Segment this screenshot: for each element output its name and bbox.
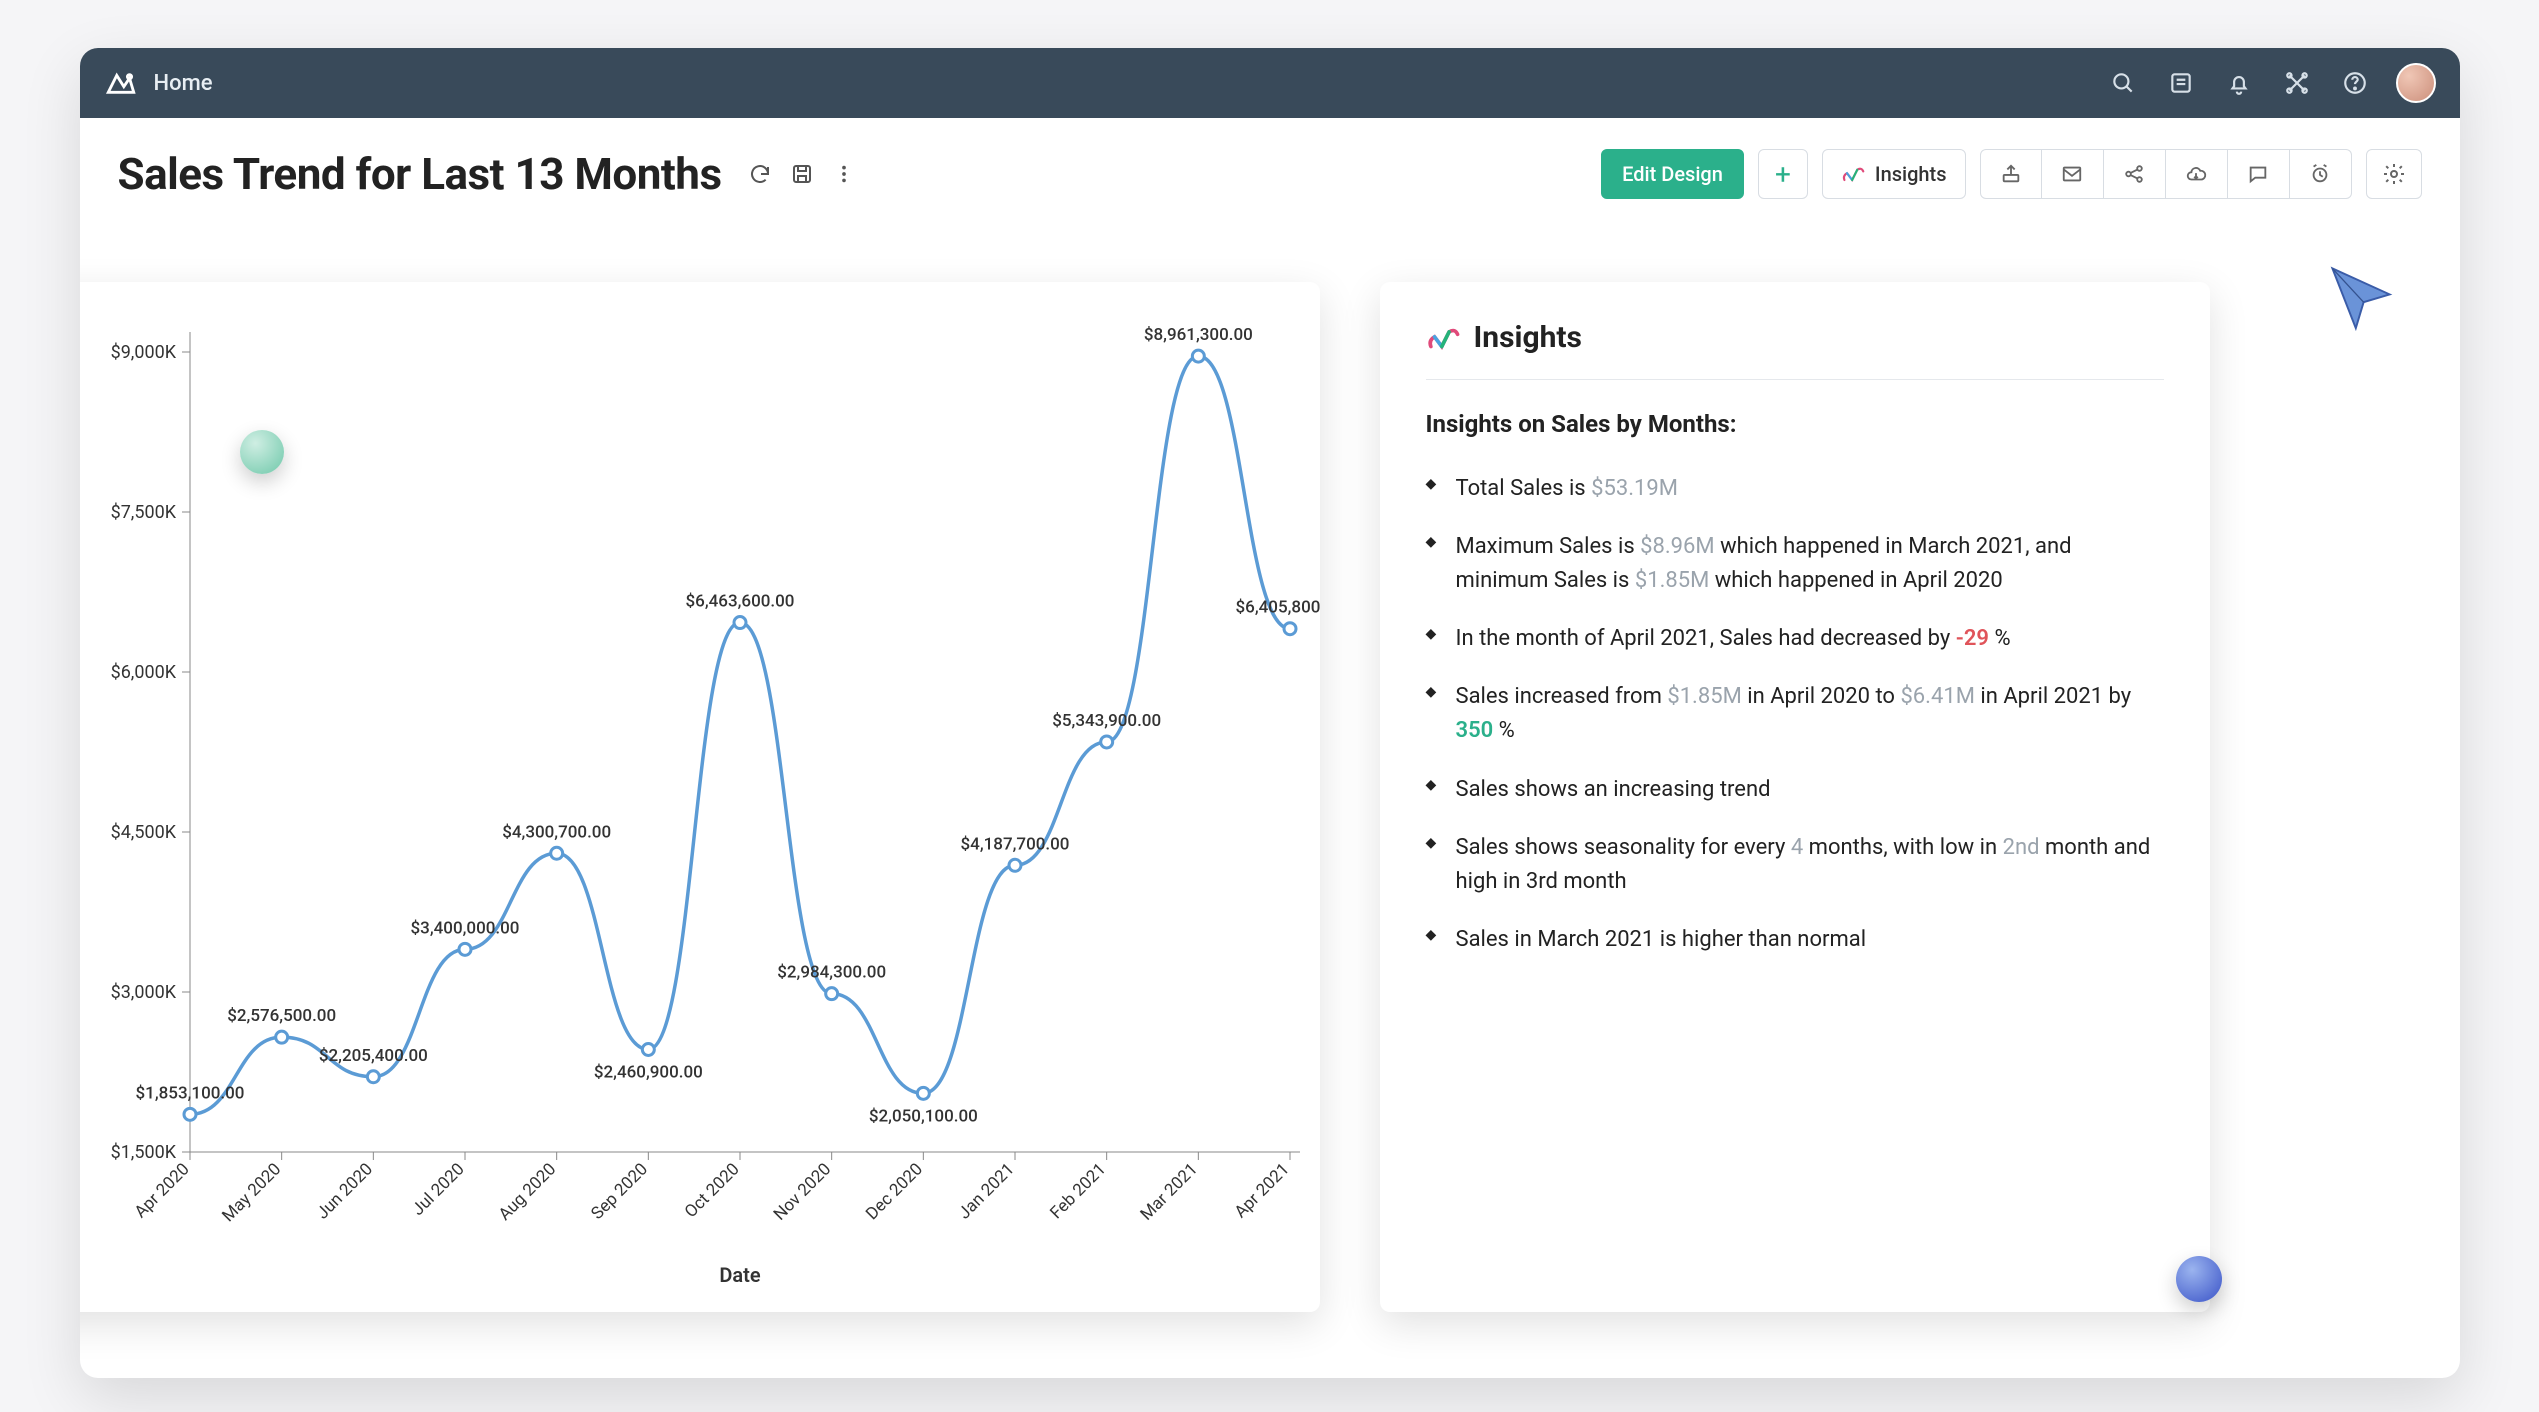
nav-home[interactable]: Home [154, 71, 213, 96]
svg-text:$8,961,300.00: $8,961,300.00 [1143, 325, 1252, 345]
svg-text:Apr 2021: Apr 2021 [1230, 1159, 1293, 1222]
svg-text:Jun 2020: Jun 2020 [312, 1159, 376, 1223]
svg-text:Sep 2020: Sep 2020 [587, 1159, 651, 1223]
page-title: Sales Trend for Last 13 Months [118, 148, 722, 200]
refresh-icon[interactable] [746, 160, 774, 188]
svg-text:$2,984,300.00: $2,984,300.00 [777, 963, 886, 983]
svg-text:$1,853,100.00: $1,853,100.00 [135, 1083, 244, 1103]
svg-text:$2,205,400.00: $2,205,400.00 [318, 1046, 427, 1066]
tools-icon[interactable] [2280, 66, 2314, 100]
search-icon[interactable] [2106, 66, 2140, 100]
insights-panel: Insights Insights on Sales by Months: To… [1380, 282, 2210, 1312]
insight-item: Total Sales is $53.19M [1426, 460, 2164, 518]
cloud-icon[interactable] [2166, 149, 2228, 199]
svg-text:$7,500K: $7,500K [110, 502, 176, 523]
insights-subtitle: Insights on Sales by Months: [1426, 410, 2164, 438]
cursor-3d-icon [2322, 258, 2400, 340]
svg-text:Date: Date [719, 1263, 760, 1287]
export-icon[interactable] [1980, 149, 2042, 199]
insight-item: Sales shows seasonality for every 4 mont… [1426, 819, 2164, 911]
insights-list: Total Sales is $53.19M Maximum Sales is … [1426, 460, 2164, 969]
content-body: $1,500K $3,000K $4,500K $6,000K $7,500K $9,00… [80, 222, 2460, 1350]
svg-text:$4,187,700.00: $4,187,700.00 [960, 834, 1069, 854]
action-button-group [1980, 149, 2352, 199]
insights-heading: Insights [1474, 320, 1582, 355]
insights-button-label: Insights [1875, 162, 1947, 186]
share-icon[interactable] [2104, 149, 2166, 199]
insight-item: In the month of April 2021, Sales had de… [1426, 610, 2164, 668]
avatar[interactable] [2396, 63, 2436, 103]
svg-text:$6,405,800.00: $6,405,800.00 [1235, 598, 1319, 618]
svg-text:$9,000K: $9,000K [110, 342, 176, 363]
insight-item: Maximum Sales is $8.96M which happened i… [1426, 518, 2164, 610]
svg-text:$2,460,900.00: $2,460,900.00 [593, 1063, 702, 1083]
svg-text:Nov 2020: Nov 2020 [769, 1159, 834, 1224]
help-icon[interactable] [2338, 66, 2372, 100]
svg-text:$6,463,600.00: $6,463,600.00 [685, 592, 794, 612]
svg-text:$3,000K: $3,000K [110, 982, 176, 1003]
save-icon[interactable] [788, 160, 816, 188]
decoration-sphere-blue [2176, 1256, 2222, 1302]
svg-text:$3,400,000.00: $3,400,000.00 [410, 918, 519, 938]
title-toolbar [746, 160, 858, 188]
insight-item: Sales increased from $1.85M in April 202… [1426, 668, 2164, 760]
svg-text:Mar 2021: Mar 2021 [1136, 1159, 1201, 1224]
top-bar: Home [80, 48, 2460, 118]
insights-header: Insights [1426, 320, 2164, 380]
svg-text:Sales: Sales [80, 727, 85, 776]
svg-text:Oct 2020: Oct 2020 [680, 1159, 743, 1222]
decoration-sphere-green [240, 430, 284, 474]
topbar-actions [2106, 63, 2436, 103]
svg-text:May 2020: May 2020 [218, 1159, 285, 1226]
svg-text:Jan 2021: Jan 2021 [954, 1159, 1018, 1223]
settings-button[interactable] [2366, 149, 2422, 199]
comment-icon[interactable] [2228, 149, 2290, 199]
svg-text:$4,500K: $4,500K [110, 822, 176, 843]
svg-text:$2,576,500.00: $2,576,500.00 [227, 1006, 336, 1026]
alarm-icon[interactable] [2290, 149, 2352, 199]
svg-text:$4,300,700.00: $4,300,700.00 [502, 822, 611, 842]
insight-item: Sales in March 2021 is higher than norma… [1426, 911, 2164, 969]
svg-text:$5,343,900.00: $5,343,900.00 [1052, 711, 1161, 731]
svg-text:Jul 2020: Jul 2020 [408, 1159, 468, 1219]
svg-text:$6,000K: $6,000K [110, 662, 176, 683]
svg-text:Apr 2020: Apr 2020 [130, 1159, 193, 1222]
main-nav: Home [154, 71, 213, 96]
notes-icon[interactable] [2164, 66, 2198, 100]
svg-text:Aug 2020: Aug 2020 [494, 1159, 559, 1224]
brand-logo-icon [104, 64, 138, 102]
add-button[interactable]: + [1758, 149, 1808, 199]
insights-button[interactable]: Insights [1822, 149, 1966, 199]
zia-icon [1841, 164, 1865, 184]
mail-icon[interactable] [2042, 149, 2104, 199]
zia-icon [1426, 324, 1460, 352]
page-header: Sales Trend for Last 13 Months Edit Desi… [80, 118, 2460, 222]
svg-text:$2,050,100.00: $2,050,100.00 [868, 1106, 977, 1126]
svg-text:$1,500K: $1,500K [110, 1142, 176, 1163]
insight-item: Sales shows an increasing trend [1426, 761, 2164, 819]
svg-text:Feb 2021: Feb 2021 [1046, 1159, 1110, 1223]
edit-design-button[interactable]: Edit Design [1601, 149, 1744, 199]
more-icon[interactable] [830, 160, 858, 188]
app-window: Home Sales Trend for Last 13 Months Edit… [80, 48, 2460, 1378]
bell-icon[interactable] [2222, 66, 2256, 100]
svg-text:Dec 2020: Dec 2020 [862, 1159, 927, 1224]
brand [104, 64, 138, 102]
